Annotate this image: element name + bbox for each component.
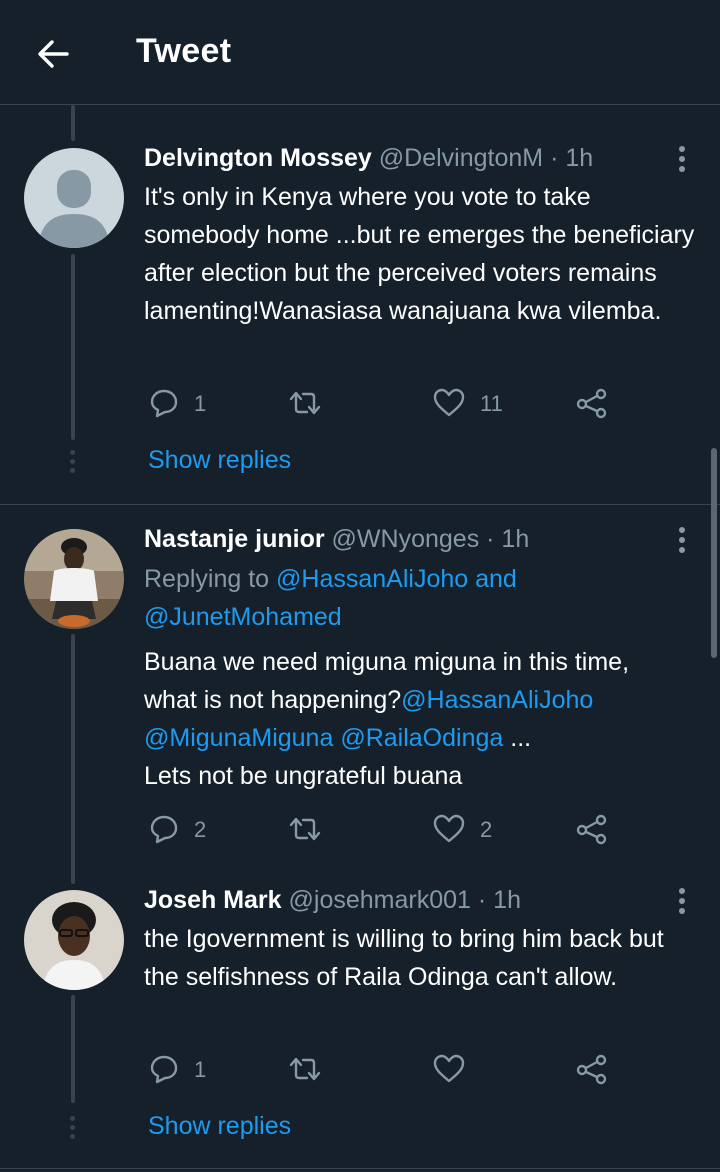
heart-icon <box>433 814 465 843</box>
tweet-meta: Delvington Mossey @DelvingtonM · 1h <box>144 144 593 173</box>
share-icon <box>576 1054 607 1085</box>
author-handle[interactable]: @WNyonges <box>332 525 480 553</box>
author-handle[interactable]: @DelvingtonM <box>379 144 543 172</box>
thread-line <box>71 995 75 1103</box>
arrow-left-icon <box>38 40 69 68</box>
tweet-time: · 1h <box>550 144 594 172</box>
mention-link[interactable]: @HassanAliJoho and <box>276 565 517 593</box>
more-button[interactable] <box>672 146 692 176</box>
share-icon <box>576 814 607 845</box>
mention-link[interactable]: @HassanAliJoho <box>401 686 593 714</box>
share-icon <box>576 388 607 419</box>
tweet-meta: Nastanje junior @WNyonges · 1h <box>144 525 529 554</box>
like-button[interactable] <box>432 1053 512 1087</box>
back-button[interactable] <box>34 34 74 74</box>
retweet-icon <box>289 817 321 841</box>
show-replies-link[interactable]: Show replies <box>148 1112 291 1141</box>
reply-icon <box>150 1055 178 1084</box>
tweet-text: It's only in Kenya where you vote to tak… <box>144 183 695 325</box>
heart-icon <box>433 388 465 417</box>
avatar[interactable] <box>24 890 124 990</box>
more-button[interactable] <box>672 527 692 557</box>
scrollbar[interactable] <box>711 448 717 658</box>
tweet-text: the Igovernment is willing to bring him … <box>144 925 664 991</box>
reply-count: 1 <box>194 1057 207 1082</box>
show-replies-link[interactable]: Show replies <box>148 446 291 475</box>
retweet-button[interactable] <box>287 1053 347 1087</box>
thread-line <box>71 105 75 141</box>
tweet-text-line: Lets not be ungrateful buana <box>144 762 463 790</box>
like-button[interactable]: 2 <box>432 813 512 847</box>
divider <box>0 504 720 505</box>
replying-to: Replying to @HassanAliJoho and @JunetMoh… <box>144 560 704 636</box>
divider <box>0 1168 720 1169</box>
tweet-text: Buana we need miguna miguna in this time… <box>144 643 704 795</box>
share-button[interactable] <box>575 1053 609 1087</box>
more-button[interactable] <box>672 888 692 918</box>
thread-dots <box>70 450 76 477</box>
tweet-text-line: Buana we need miguna miguna in this time… <box>144 648 630 676</box>
like-count: 11 <box>480 391 503 416</box>
avatar[interactable] <box>24 529 124 629</box>
like-button[interactable]: 11 <box>432 387 512 421</box>
ellipsis: ... <box>503 724 532 752</box>
reply-count: 1 <box>194 391 207 416</box>
author-name[interactable]: Delvington Mossey <box>144 144 372 172</box>
reply-button[interactable]: 2 <box>148 813 228 847</box>
retweet-icon <box>289 391 321 415</box>
heart-icon <box>433 1054 465 1083</box>
like-count: 2 <box>480 817 493 842</box>
reply-button[interactable]: 1 <box>148 387 228 421</box>
thread-line <box>71 634 75 884</box>
tweet-meta: Joseh Mark @josehmark001 · 1h <box>144 886 521 915</box>
thread-line <box>71 254 75 440</box>
tweet-time: · 1h <box>477 886 521 914</box>
reply-icon <box>150 815 178 844</box>
tweet-text-line: what is not happening? <box>144 686 402 714</box>
thread-dots <box>70 1116 76 1143</box>
reply-count: 2 <box>194 817 207 842</box>
reply-icon <box>150 389 178 418</box>
retweet-icon <box>289 1057 321 1081</box>
user-photo-icon <box>24 529 124 629</box>
default-avatar-icon <box>38 170 110 248</box>
top-app-bar: Tweet <box>0 0 720 105</box>
mention-link[interactable]: @MigunaMiguna <box>144 724 333 752</box>
avatar[interactable] <box>24 148 124 248</box>
replying-to-prefix: Replying to <box>144 565 277 593</box>
tweet-time: · 1h <box>486 525 530 553</box>
reply-button[interactable]: 1 <box>148 1053 228 1087</box>
share-button[interactable] <box>575 387 609 421</box>
author-handle[interactable]: @josehmark001 <box>289 886 471 914</box>
author-name[interactable]: Nastanje junior <box>144 525 325 553</box>
mention-link[interactable]: @JunetMohamed <box>144 603 342 631</box>
page-title: Tweet <box>136 32 232 70</box>
share-button[interactable] <box>575 813 609 847</box>
retweet-button[interactable] <box>287 813 347 847</box>
author-name[interactable]: Joseh Mark <box>144 886 282 914</box>
user-photo-icon <box>24 890 124 990</box>
retweet-button[interactable] <box>287 387 347 421</box>
mention-link[interactable]: @RailaOdinga <box>340 724 503 752</box>
